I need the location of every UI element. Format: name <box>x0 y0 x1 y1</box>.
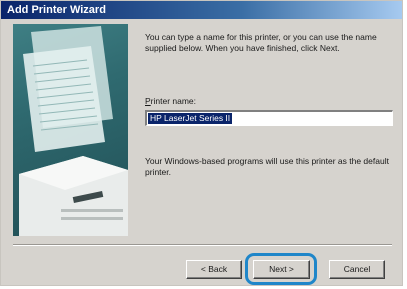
next-button[interactable]: Next > <box>253 260 310 279</box>
add-printer-wizard-dialog: Add Printer Wizard You can type a name f… <box>0 0 403 286</box>
button-separator <box>13 244 392 246</box>
back-button[interactable]: < Back <box>186 260 242 279</box>
printer-name-value: HP LaserJet Series II <box>148 113 233 124</box>
printer-name-label: Printer name: <box>145 96 196 106</box>
instruction-text: You can type a name for this printer, or… <box>145 32 377 53</box>
default-printer-note: Your Windows-based programs will use thi… <box>145 156 389 177</box>
cancel-button[interactable]: Cancel <box>329 260 385 279</box>
printer-name-input[interactable]: HP LaserJet Series II <box>145 110 393 126</box>
window-title: Add Printer Wizard <box>1 1 402 19</box>
printer-illustration-icon <box>13 24 128 236</box>
printer-name-label-text: rinter name: <box>150 96 197 106</box>
